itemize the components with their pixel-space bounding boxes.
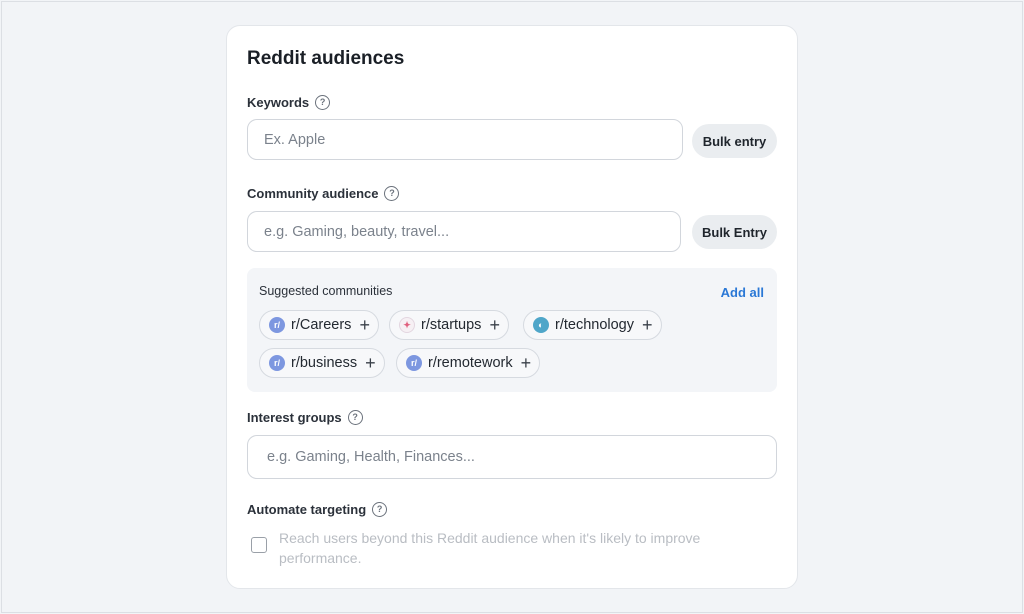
automate-label-row: Automate targeting ? [247, 502, 388, 517]
interest-groups-label: Interest groups [247, 410, 342, 425]
technology-community-icon: ◐ [533, 317, 549, 333]
interest-groups-input[interactable]: e.g. Gaming, Health, Finances... [247, 435, 777, 479]
chip-label: r/technology [555, 317, 634, 333]
chip-label: r/Careers [291, 317, 352, 333]
help-icon[interactable]: ? [347, 410, 363, 425]
reddit-community-icon: r/ [269, 317, 285, 333]
help-icon[interactable]: ? [372, 502, 388, 517]
plus-icon: + [359, 315, 370, 335]
keywords-label-row: Keywords ? [247, 95, 331, 110]
community-audience-label: Community audience [247, 186, 379, 201]
community-chip-business[interactable]: r/ r/business + [259, 348, 385, 378]
plus-icon: + [642, 315, 653, 335]
keywords-input[interactable]: Ex. Apple [247, 119, 683, 160]
keywords-bulk-entry-button[interactable]: Bulk entry [692, 124, 777, 158]
reddit-community-icon: r/ [269, 355, 285, 371]
community-chip-technology[interactable]: ◐ r/technology + [523, 310, 662, 340]
keywords-bulk-entry-label: Bulk entry [702, 133, 767, 149]
help-icon[interactable]: ? [384, 186, 400, 201]
interest-label-row: Interest groups ? [247, 410, 363, 425]
plus-icon: + [520, 353, 532, 373]
community-chip-remotework[interactable]: r/ r/remotework + [396, 348, 541, 378]
suggested-communities-title: Suggested communities [259, 284, 393, 298]
community-audience-input[interactable]: e.g. Gaming, beauty, travel... [247, 211, 681, 252]
community-label-row: Community audience ? [247, 186, 400, 201]
interest-placeholder: e.g. Gaming, Health, Finances... [267, 449, 475, 465]
community-chip-startups[interactable]: ✦ r/startups + [389, 310, 509, 340]
community-placeholder: e.g. Gaming, beauty, travel... [264, 223, 450, 240]
automate-targeting-description: Reach users beyond this Reddit audience … [279, 530, 701, 566]
chip-label: r/business [291, 355, 358, 371]
automate-targeting-checkbox[interactable] [251, 537, 267, 553]
chip-label: r/remotework [428, 355, 513, 371]
plus-icon: + [365, 353, 376, 373]
startups-community-icon: ✦ [399, 317, 415, 333]
automate-targeting-label: Automate targeting [247, 502, 367, 517]
reddit-audiences-card: Reddit audiences Keywords ? Ex. Apple Bu… [226, 25, 798, 589]
suggested-communities-panel: Suggested communities Add all r/ r/Caree… [247, 268, 777, 392]
community-chip-careers[interactable]: r/ r/Careers + [259, 310, 379, 340]
reddit-community-icon: r/ [406, 355, 422, 371]
card-title: Reddit audiences [247, 48, 405, 69]
keywords-label: Keywords [247, 95, 310, 110]
chip-label: r/startups [421, 317, 482, 333]
help-icon[interactable]: ? [315, 95, 331, 110]
community-bulk-entry-label: Bulk Entry [701, 224, 767, 240]
keywords-placeholder: Ex. Apple [264, 131, 326, 148]
add-all-link[interactable]: Add all [721, 285, 764, 300]
plus-icon: + [489, 315, 500, 335]
community-bulk-entry-button[interactable]: Bulk Entry [692, 215, 777, 249]
